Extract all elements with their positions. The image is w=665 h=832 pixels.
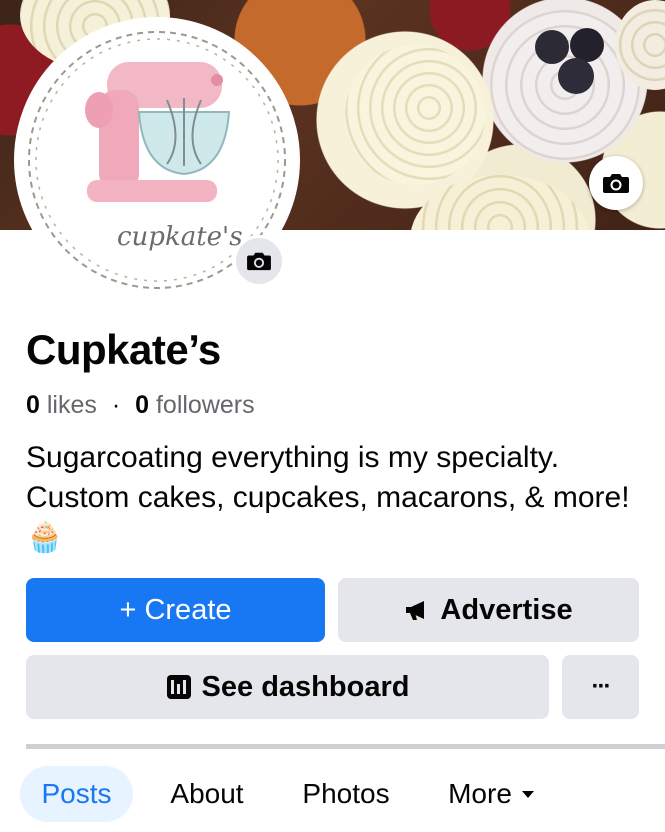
megaphone-icon [406, 601, 425, 620]
dashboard-label: See dashboard [201, 670, 410, 703]
create-label: + Create [119, 593, 232, 626]
caret-down-icon [521, 791, 534, 798]
followers-label[interactable]: followers [156, 391, 255, 419]
tab-photos[interactable]: Photos [286, 766, 406, 822]
tab-more-label: More [448, 778, 512, 809]
stats-separator: · [111, 391, 121, 419]
camera-icon [603, 174, 629, 193]
advertise-label: Advertise [440, 593, 573, 626]
tab-about[interactable]: About [152, 766, 262, 822]
create-button[interactable]: + Create [26, 578, 325, 642]
cupcake-frosting [345, 45, 485, 185]
more-dots-icon: ··· [591, 673, 612, 700]
tab-photos-label: Photos [302, 778, 390, 809]
section-divider [26, 744, 665, 749]
cupcake-emoji: 🧁 [26, 521, 64, 554]
dashboard-icon [166, 675, 191, 699]
tab-more[interactable]: More [432, 766, 552, 822]
page-bio: Sugarcoating everything is my specialty.… [26, 438, 646, 558]
blueberry [570, 28, 604, 62]
bio-text: Sugarcoating everything is my specialty.… [26, 441, 630, 514]
tab-about-label: About [170, 778, 244, 809]
blueberry [558, 58, 594, 94]
more-options-button[interactable]: ··· [562, 655, 639, 719]
advertise-button[interactable]: Advertise [338, 578, 639, 642]
tab-posts[interactable]: Posts [20, 766, 133, 822]
followers-count: 0 [135, 391, 150, 419]
see-dashboard-button[interactable]: See dashboard [26, 655, 549, 719]
logo-script: cupkate's [117, 222, 243, 252]
tab-posts-label: Posts [41, 778, 112, 809]
edit-profile-picture-button[interactable] [233, 235, 285, 287]
likes-count: 0 [26, 391, 40, 419]
likes-label[interactable]: likes [47, 391, 97, 419]
page-title: Cupkate’s [26, 326, 221, 373]
camera-icon [247, 252, 271, 271]
blueberry [535, 30, 569, 64]
edit-cover-button[interactable] [589, 156, 643, 210]
page-stats: 0 likes · 0 followers [26, 391, 255, 420]
cupcake-frosting [410, 175, 590, 230]
